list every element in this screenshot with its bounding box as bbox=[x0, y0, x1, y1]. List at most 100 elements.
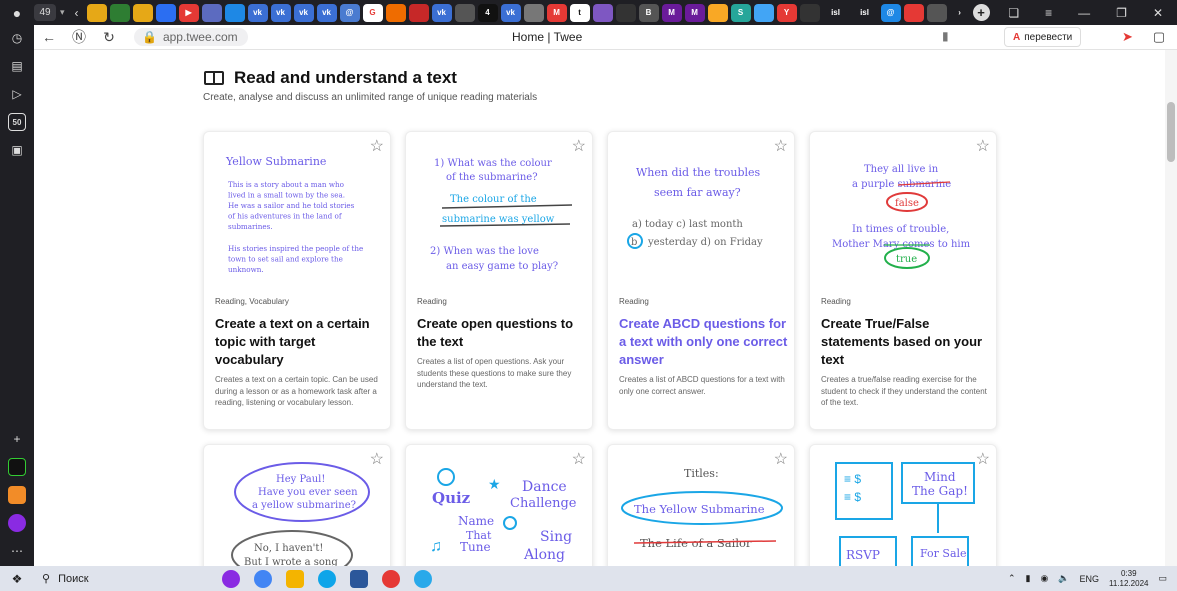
back-tabs-icon[interactable]: ‹ bbox=[75, 6, 79, 20]
translate-button[interactable]: A перевести bbox=[1004, 27, 1082, 47]
add-icon[interactable]: + bbox=[8, 430, 26, 448]
minimize-icon[interactable]: — bbox=[1078, 6, 1090, 20]
tray-chevron-icon[interactable]: ⌃ bbox=[1008, 573, 1016, 584]
chrome-icon[interactable] bbox=[254, 569, 272, 588]
bookmark-icon[interactable]: ▮ bbox=[942, 29, 949, 43]
tab-favicon[interactable]: M bbox=[661, 3, 682, 22]
profile-icon[interactable]: ● bbox=[0, 0, 34, 25]
favorite-star-icon[interactable]: ☆ bbox=[572, 449, 586, 469]
tab-favicon[interactable]: Y bbox=[776, 3, 797, 22]
card-title[interactable]: Create ABCD questions for a text with on… bbox=[619, 315, 789, 369]
play-icon[interactable]: ▷ bbox=[8, 85, 26, 103]
tab-favicon[interactable]: isl bbox=[852, 4, 878, 22]
tool-card[interactable]: Quiz ★ Dance Challenge Name That Tune ♫ … bbox=[405, 444, 593, 566]
tab-favicon[interactable] bbox=[201, 3, 222, 22]
tab-favicon[interactable]: @ bbox=[880, 3, 901, 22]
reload-icon[interactable]: ↻ bbox=[94, 29, 124, 46]
screenshot-icon[interactable]: ▣ bbox=[8, 141, 26, 159]
tab-favicon[interactable] bbox=[592, 3, 613, 22]
alice-icon[interactable] bbox=[222, 569, 240, 588]
notifications-icon[interactable]: ▭ bbox=[1158, 573, 1167, 584]
telegram-icon[interactable] bbox=[414, 569, 432, 588]
tab-favicon[interactable]: S bbox=[730, 3, 751, 22]
favorite-star-icon[interactable]: ☆ bbox=[976, 136, 990, 156]
taskbar-clock[interactable]: 0:39 11.12.2024 bbox=[1109, 569, 1148, 589]
wifi-icon[interactable]: ◉ bbox=[1040, 573, 1048, 584]
tab-favicon[interactable]: 4 bbox=[477, 3, 498, 22]
tool-card[interactable]: They all live in a purple submarine fals… bbox=[809, 131, 997, 430]
windows-start-icon[interactable]: ❖ bbox=[0, 572, 34, 586]
vk-icon[interactable]: vk bbox=[293, 3, 314, 22]
word-icon[interactable] bbox=[350, 569, 368, 588]
sidebar-badge[interactable]: 50 bbox=[8, 113, 26, 131]
mail-icon[interactable]: @ bbox=[339, 3, 360, 22]
youtube-icon[interactable]: ▶ bbox=[178, 3, 199, 22]
tab-favicon[interactable] bbox=[132, 3, 153, 22]
tool-card[interactable]: ≡ $ ≡ $ Mind The Gap! RSVP For Sale ☆ bbox=[809, 444, 997, 566]
tab-favicon[interactable]: isl bbox=[823, 4, 849, 22]
tool-card[interactable]: Yellow Submarine This is a story about a… bbox=[203, 131, 391, 430]
tab-favicon[interactable] bbox=[109, 3, 130, 22]
battery-icon[interactable]: ▮ bbox=[1025, 573, 1030, 584]
tool-card[interactable]: 1) What was the colour of the submarine?… bbox=[405, 131, 593, 430]
chevron-down-icon[interactable]: ▾ bbox=[60, 7, 65, 18]
url-field[interactable]: 🔒 app.twee.com bbox=[134, 28, 248, 46]
history-icon[interactable]: ◷ bbox=[8, 29, 26, 47]
vk-icon[interactable]: vk bbox=[431, 3, 452, 22]
favorite-star-icon[interactable]: ☆ bbox=[370, 136, 384, 156]
extensions-icon[interactable]: ▢ bbox=[1153, 29, 1165, 45]
page-scrollbar[interactable] bbox=[1165, 50, 1177, 566]
tab-favicon[interactable] bbox=[385, 3, 406, 22]
favorite-star-icon[interactable]: ☆ bbox=[976, 449, 990, 469]
gmail-icon[interactable]: M bbox=[546, 3, 567, 22]
notes-icon[interactable]: ▤ bbox=[8, 57, 26, 75]
tab-favicon[interactable] bbox=[903, 3, 924, 22]
tab-favicon[interactable]: B bbox=[638, 3, 659, 22]
vk-icon[interactable]: vk bbox=[247, 3, 268, 22]
tab-favicon[interactable] bbox=[753, 3, 774, 22]
tab-favicon[interactable] bbox=[799, 3, 820, 22]
favorite-star-icon[interactable]: ☆ bbox=[774, 136, 788, 156]
tool-card[interactable]: Titles: The Yellow Submarine The Life of… bbox=[607, 444, 795, 566]
yandex-browser-icon[interactable] bbox=[382, 569, 400, 588]
vk-icon[interactable]: vk bbox=[500, 3, 521, 22]
alice-icon[interactable] bbox=[8, 514, 26, 532]
tool-card[interactable]: When did the troubles seem far away? a) … bbox=[607, 131, 795, 430]
tab-favicon[interactable] bbox=[86, 3, 107, 22]
protect-icon[interactable]: ➤ bbox=[1122, 29, 1133, 45]
chevron-right-icon[interactable]: › bbox=[950, 4, 970, 22]
restore-icon[interactable]: ❐ bbox=[1116, 6, 1127, 20]
favorite-star-icon[interactable]: ☆ bbox=[572, 136, 586, 156]
favorite-star-icon[interactable]: ☆ bbox=[774, 449, 788, 469]
app-icon[interactable] bbox=[8, 458, 26, 476]
new-tab-icon[interactable]: + bbox=[972, 4, 990, 21]
more-icon[interactable]: ⋯ bbox=[8, 542, 26, 560]
scrollbar-thumb[interactable] bbox=[1167, 102, 1175, 162]
tab-active-twee[interactable]: t bbox=[569, 3, 590, 22]
tab-count-badge[interactable]: 49 bbox=[34, 4, 56, 21]
taskbar-search[interactable]: ⚲ Поиск bbox=[34, 572, 184, 586]
folder-icon[interactable] bbox=[286, 569, 304, 588]
vk-icon[interactable]: vk bbox=[270, 3, 291, 22]
tabs-menu-icon[interactable]: ❏ bbox=[1008, 6, 1019, 20]
lang-indicator[interactable]: ENG bbox=[1080, 574, 1100, 584]
tab-favicon[interactable]: M bbox=[684, 3, 705, 22]
app-icon[interactable] bbox=[8, 486, 26, 504]
back-icon[interactable]: ← bbox=[34, 29, 64, 45]
tab-favicon[interactable] bbox=[926, 3, 947, 22]
favorite-star-icon[interactable]: ☆ bbox=[370, 449, 384, 469]
yandex-icon[interactable]: Ⓝ bbox=[64, 27, 94, 47]
google-icon[interactable]: G bbox=[362, 3, 383, 22]
menu-icon[interactable]: ≡ bbox=[1045, 6, 1052, 20]
tab-favicon[interactable] bbox=[523, 3, 544, 22]
edge-icon[interactable] bbox=[318, 569, 336, 588]
close-icon[interactable]: ✕ bbox=[1153, 6, 1163, 20]
tab-favicon[interactable] bbox=[615, 3, 636, 22]
tab-favicon[interactable] bbox=[224, 3, 245, 22]
tab-favicon[interactable] bbox=[454, 3, 475, 22]
vk-icon[interactable]: vk bbox=[316, 3, 337, 22]
tool-card[interactable]: Hey Paul! Have you ever seen a yellow su… bbox=[203, 444, 391, 566]
tab-favicon[interactable] bbox=[707, 3, 728, 22]
tab-favicon[interactable] bbox=[408, 3, 429, 22]
volume-icon[interactable]: 🔈 bbox=[1058, 573, 1069, 584]
